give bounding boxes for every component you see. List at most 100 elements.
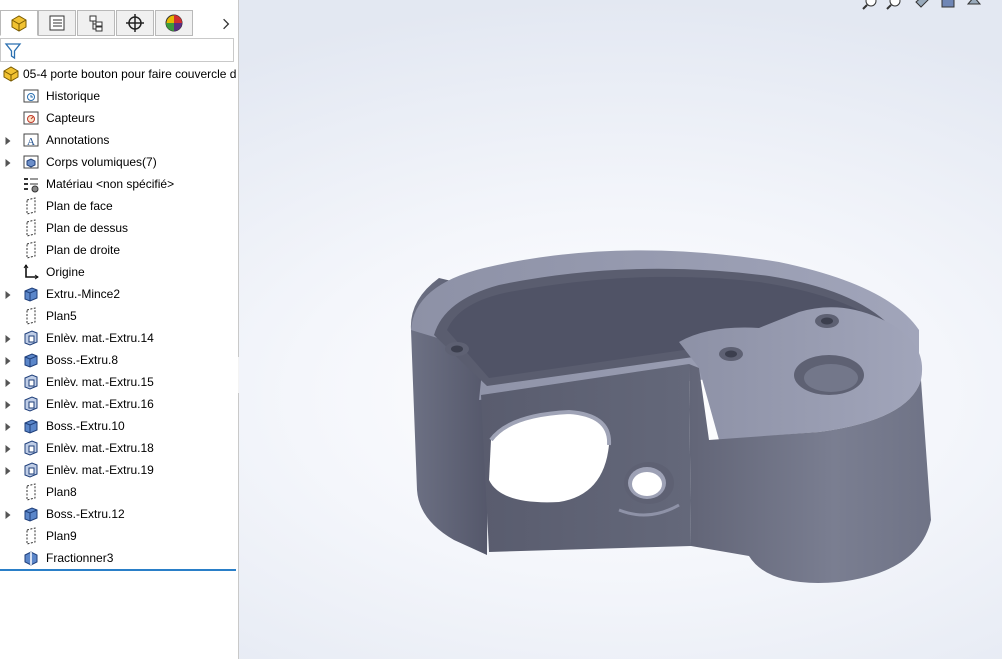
expand-arrow-icon[interactable] — [4, 333, 12, 343]
expand-arrow-icon[interactable] — [4, 355, 12, 365]
plane-icon — [22, 307, 40, 325]
expand-arrow-icon[interactable] — [4, 135, 12, 145]
dimxpert-manager-icon — [126, 14, 144, 32]
material-icon — [22, 175, 40, 193]
solid-bodies-icon — [22, 153, 40, 171]
tree-item-label: Origine — [46, 265, 85, 279]
tree-item-label: Historique — [46, 89, 101, 103]
tree-item-origine[interactable]: Origine — [0, 261, 238, 283]
expand-arrow-icon[interactable] — [4, 443, 12, 453]
view-orientation-icon[interactable] — [966, 0, 982, 10]
expand-arrow-icon[interactable] — [4, 377, 12, 387]
tab-dimxpert-manager[interactable] — [116, 10, 154, 36]
expand-arrow-icon[interactable] — [4, 421, 12, 431]
tree-item-plan-de-droite[interactable]: Plan de droite — [0, 239, 238, 261]
tree-item-plan-de-face[interactable]: Plan de face — [0, 195, 238, 217]
tree-item-historique[interactable]: Historique — [0, 85, 238, 107]
tree-item-boss-extru-8[interactable]: Boss.-Extru.8 — [0, 349, 238, 371]
feature-manager-icon — [11, 15, 27, 32]
tree-item-label: Boss.-Extru.10 — [46, 419, 125, 433]
boss-extrude-icon — [22, 285, 40, 303]
tree-root-label: 05-4 porte bouton pour faire couvercle d — [23, 67, 237, 81]
part-model-3d[interactable] — [239, 0, 1002, 659]
annotations-icon: A — [22, 131, 40, 149]
tree-item-label: Enlèv. mat.-Extru.16 — [46, 397, 154, 411]
tree-item-extru-mince2[interactable]: Extru.-Mince2 — [0, 283, 238, 305]
plane-icon — [22, 219, 40, 237]
tree-item-label: Fractionner3 — [46, 551, 114, 565]
tree-item-boss-extru-12[interactable]: Boss.-Extru.12 — [0, 503, 238, 525]
tree-item-corps-volumiques-7[interactable]: Corps volumiques(7) — [0, 151, 238, 173]
tree-item-enlev-mat-extru-18[interactable]: Enlèv. mat.-Extru.18 — [0, 437, 238, 459]
section-view-icon[interactable] — [940, 0, 956, 10]
tree-item-fractionner3[interactable]: Fractionner3 — [0, 547, 238, 569]
tree-item-plan9[interactable]: Plan9 — [0, 525, 238, 547]
split-icon — [22, 549, 40, 567]
tree-item-plan-de-dessus[interactable]: Plan de dessus — [0, 217, 238, 239]
tree-item-label: Plan de dessus — [46, 221, 129, 235]
expand-arrow-icon[interactable] — [4, 157, 12, 167]
chevron-right-icon[interactable] — [218, 14, 234, 34]
cut-extrude-icon — [22, 461, 40, 479]
tab-feature-manager[interactable] — [0, 10, 38, 36]
origin-icon — [22, 263, 40, 281]
heads-up-view-toolbar — [862, 0, 1002, 12]
boss-extrude-icon — [22, 351, 40, 369]
tree-item-label: Corps volumiques(7) — [46, 155, 157, 169]
tree-filter-field[interactable] — [0, 38, 234, 62]
tree-item-label: Matériau <non spécifié> — [46, 177, 175, 191]
tree-item-label: Enlèv. mat.-Extru.19 — [46, 463, 154, 477]
cut-extrude-icon — [22, 395, 40, 413]
tree-item-label: Annotations — [46, 133, 110, 147]
tree-item-label: Capteurs — [46, 111, 95, 125]
tree-item-plan8[interactable]: Plan8 — [0, 481, 238, 503]
expand-arrow-icon[interactable] — [4, 465, 12, 475]
cut-extrude-icon — [22, 373, 40, 391]
tree-item-boss-extru-10[interactable]: Boss.-Extru.10 — [0, 415, 238, 437]
tree-item-enlev-mat-extru-15[interactable]: Enlèv. mat.-Extru.15 — [0, 371, 238, 393]
tree-item-label: Plan de droite — [46, 243, 121, 257]
tab-display-manager[interactable] — [155, 10, 193, 36]
tree-item-label: Enlèv. mat.-Extru.15 — [46, 375, 154, 389]
boss-extrude-icon — [22, 505, 40, 523]
sensors-icon — [22, 109, 40, 127]
tree-item-enlev-mat-extru-14[interactable]: Enlèv. mat.-Extru.14 — [0, 327, 238, 349]
plane-icon — [22, 527, 40, 545]
cut-extrude-icon — [22, 439, 40, 457]
tree-item-label: Extru.-Mince2 — [46, 287, 121, 301]
cut-extrude-icon — [22, 329, 40, 347]
tree-item-enlev-mat-extru-16[interactable]: Enlèv. mat.-Extru.16 — [0, 393, 238, 415]
tree-item-label: Plan de face — [46, 199, 113, 213]
feature-manager-panel: 05-4 porte bouton pour faire couvercle d… — [0, 0, 239, 659]
svg-text:A: A — [27, 136, 35, 148]
tree-item-label: Boss.-Extru.12 — [46, 507, 125, 521]
tree-item-enlev-mat-extru-19[interactable]: Enlèv. mat.-Extru.19 — [0, 459, 238, 481]
graphics-area[interactable] — [239, 0, 1002, 659]
tab-property-manager[interactable] — [38, 10, 76, 36]
history-icon — [22, 87, 40, 105]
tree-item-materiau-non-specifie[interactable]: Matériau <non spécifié> — [0, 173, 238, 195]
plane-icon — [22, 197, 40, 215]
tree-root-part[interactable]: 05-4 porte bouton pour faire couvercle d — [0, 63, 238, 85]
tab-configuration-manager[interactable] — [77, 10, 115, 36]
tree-item-label: Plan5 — [46, 309, 77, 323]
previous-view-icon[interactable] — [914, 0, 930, 10]
zoom-to-fit-icon[interactable] — [862, 0, 878, 10]
expand-arrow-icon[interactable] — [4, 289, 12, 299]
tree-item-plan5[interactable]: Plan5 — [0, 305, 238, 327]
tree-item-label: Plan8 — [46, 485, 77, 499]
zoom-to-area-icon[interactable] — [886, 0, 902, 10]
plane-icon — [22, 241, 40, 259]
expand-arrow-icon[interactable] — [4, 509, 12, 519]
display-manager-icon — [165, 14, 183, 32]
part-icon — [2, 65, 20, 83]
filter-icon — [4, 43, 22, 60]
property-manager-icon — [49, 15, 65, 31]
tree-item-label: Plan9 — [46, 529, 77, 543]
tree-item-capteurs[interactable]: Capteurs — [0, 107, 238, 129]
expand-arrow-icon[interactable] — [4, 399, 12, 409]
manager-tabs — [0, 8, 238, 38]
rollback-bar[interactable] — [0, 569, 236, 571]
plane-icon — [22, 483, 40, 501]
tree-item-annotations[interactable]: A Annotations — [0, 129, 238, 151]
